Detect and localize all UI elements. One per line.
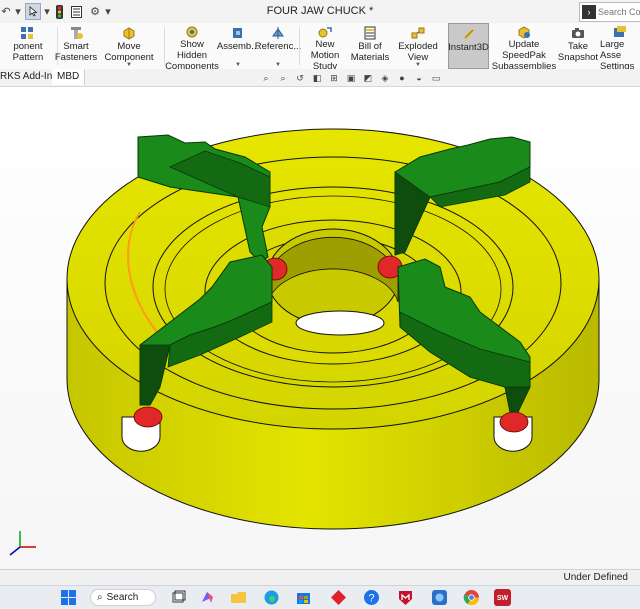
edge-browser-icon[interactable] — [263, 589, 280, 606]
dropdown-arrow-icon[interactable]: ▼ — [235, 62, 241, 68]
bore-hole — [295, 310, 385, 336]
update-speedpak-button[interactable]: Update SpeedPak Subassemblies — [491, 23, 557, 72]
assembly-features-icon — [231, 25, 245, 41]
instant3d-button[interactable]: Instant3D — [448, 23, 489, 69]
file-explorer-icon[interactable] — [230, 589, 247, 606]
section-view-icon[interactable]: ◧ — [311, 72, 323, 84]
show-hidden-icon — [185, 25, 199, 39]
snapshot-icon — [571, 25, 585, 41]
task-view-icon[interactable] — [170, 589, 187, 606]
speedpak-icon — [517, 25, 531, 39]
move-component-icon — [122, 25, 136, 41]
rebuild-traffic-light-icon[interactable] — [53, 3, 65, 20]
zoom-to-area-icon[interactable]: ⌕ — [277, 72, 289, 84]
taskbar-search[interactable]: ⌕ Search — [90, 589, 156, 606]
exploded-view-button[interactable]: Exploded View ▼ — [390, 23, 446, 69]
dropdown-arrow-icon[interactable]: ▼ — [126, 62, 132, 68]
file-properties-icon[interactable] — [70, 3, 82, 20]
heads-up-view-toolbar: ⌕ ⌕ ↺ ◧ ⊞ ▣ ◩ ◈ ● ◒ ▭ — [260, 71, 442, 85]
weather-app-icon[interactable] — [431, 589, 448, 606]
exploded-view-icon — [411, 25, 425, 41]
status-bar: Under Defined — [0, 569, 640, 586]
apply-scene-icon[interactable]: ◒ — [413, 72, 425, 84]
copilot-icon[interactable] — [199, 589, 216, 606]
svg-text:SW: SW — [497, 595, 509, 602]
previous-view-icon[interactable]: ↺ — [294, 72, 306, 84]
large-assembly-icon — [599, 25, 627, 39]
component-pattern-button[interactable]: ponent Pattern — [0, 23, 56, 69]
smart-fasteners-icon — [69, 25, 83, 41]
dropdown-arrow-icon[interactable]: ▾ — [104, 3, 112, 20]
display-style-icon[interactable]: ◩ — [362, 72, 374, 84]
search-icon: ⌕ — [97, 592, 103, 603]
red-app-icon[interactable] — [330, 589, 347, 606]
microsoft-store-icon[interactable] — [295, 589, 312, 606]
dropdown-arrow-icon[interactable]: ▾ — [43, 3, 51, 20]
help-icon[interactable]: ? — [363, 589, 380, 606]
hide-show-items-icon[interactable]: ◈ — [379, 72, 391, 84]
dropdown-arrow-icon[interactable]: ▾ — [14, 3, 22, 20]
new-motion-study-button[interactable]: New Motion Study — [301, 23, 349, 72]
motion-study-icon — [318, 25, 332, 39]
solidworks-2024-icon[interactable]: SW — [494, 589, 511, 606]
bill-of-materials-icon — [363, 25, 377, 41]
status-under-defined: Under Defined — [563, 572, 628, 583]
search-commands-input[interactable] — [598, 7, 640, 17]
reference-geometry-icon — [271, 25, 285, 41]
smart-fasteners-button[interactable]: Smart Fasteners — [55, 23, 97, 69]
view-settings-icon[interactable]: ▭ — [430, 72, 442, 84]
take-snapshot-button[interactable]: Take Snapshot — [558, 23, 598, 69]
assembly-features-button[interactable]: Assemb... ▼ — [217, 23, 259, 69]
reference-geometry-button[interactable]: Referenc... ▼ — [255, 23, 301, 69]
command-prompt-icon: › — [582, 5, 596, 19]
zoom-to-fit-icon[interactable]: ⌕ — [260, 72, 272, 84]
instant3d-icon — [462, 26, 476, 42]
dropdown-arrow-icon[interactable]: ▼ — [415, 62, 421, 68]
gear-icon[interactable]: ⚙ — [89, 3, 101, 20]
reference-triad — [9, 531, 36, 556]
select-pointer-icon[interactable] — [25, 3, 41, 20]
windows-start-icon[interactable] — [60, 589, 77, 606]
windows-taskbar: ⌕ Search ? SW — [0, 585, 640, 609]
svg-text:?: ? — [368, 593, 374, 605]
dynamic-annotation-icon[interactable]: ⊞ — [328, 72, 340, 84]
ribbon-separator — [299, 27, 300, 65]
command-manager-ribbon: ponent Pattern Smart Fasteners Move Comp… — [0, 23, 640, 72]
search-commands-box[interactable]: › — [579, 2, 640, 22]
dropdown-arrow-icon[interactable]: ▼ — [275, 62, 281, 68]
undo-icon[interactable]: ↶ — [0, 3, 12, 20]
show-hidden-components-button[interactable]: Show Hidden Components — [165, 23, 219, 72]
jaw-screw — [133, 406, 163, 428]
move-component-button[interactable]: Move Component ▼ — [96, 23, 162, 69]
component-pattern-icon — [21, 25, 35, 41]
edit-appearance-icon[interactable]: ● — [396, 72, 408, 84]
title-bar: ↶ ▾ ▾ ⚙ ▾ FOUR JAW CHUCK * › — [0, 0, 640, 24]
mcafee-icon[interactable] — [397, 589, 414, 606]
view-orientation-icon[interactable]: ▣ — [345, 72, 357, 84]
jaw-screw — [499, 411, 529, 433]
four-jaw-chuck-model[interactable] — [0, 87, 640, 569]
chrome-browser-icon[interactable] — [463, 589, 480, 606]
graphics-viewport[interactable] — [0, 87, 640, 569]
tab-mbd[interactable]: MBD — [52, 69, 86, 85]
bill-of-materials-button[interactable]: Bill of Materials — [351, 23, 389, 69]
large-assembly-settings-button[interactable]: Large Asse Settings — [599, 23, 640, 69]
